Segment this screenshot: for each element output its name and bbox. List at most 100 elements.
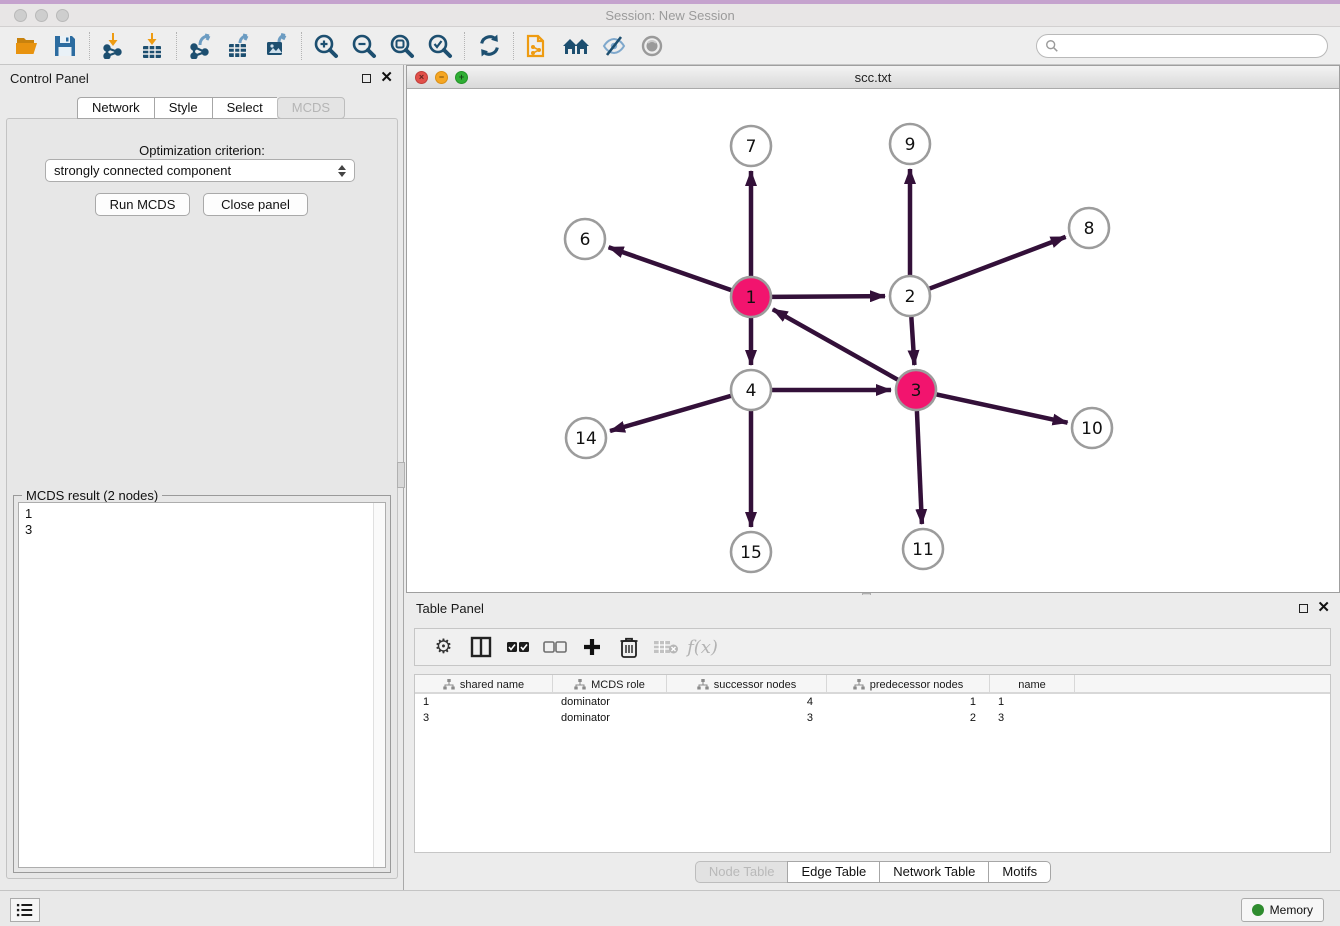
graph-edge-3-10[interactable] [937, 394, 1068, 422]
graph-edge-1-2[interactable] [772, 296, 885, 297]
app-window-controls[interactable] [14, 9, 69, 22]
search-input[interactable] [1036, 34, 1328, 58]
table-cell[interactable]: dominator [553, 712, 667, 724]
graph-edge-3-1[interactable] [773, 309, 898, 379]
zoom-window-icon[interactable] [56, 9, 69, 22]
delete-columns-button[interactable] [610, 632, 647, 662]
zoom-selected-icon [427, 33, 453, 59]
create-column-button[interactable] [573, 632, 610, 662]
minimize-window-icon[interactable] [35, 9, 48, 22]
task-history-button[interactable] [10, 898, 40, 922]
maximize-view-icon[interactable]: + [455, 71, 468, 84]
table-tab-network-table[interactable]: Network Table [879, 861, 988, 883]
graph-edge-2-8[interactable] [930, 237, 1066, 289]
zoom-in-button[interactable] [307, 30, 345, 62]
birds-eye-icon [640, 34, 664, 58]
delete-table-button[interactable] [647, 632, 684, 662]
hide-details-eye-icon [601, 34, 627, 58]
select-all-columns-button[interactable] [499, 632, 536, 662]
network-view-window: × − + scc.txt 7 9 6 8 1 2 4 3 14 10 15 11 [406, 65, 1340, 593]
memory-button[interactable]: Memory [1241, 898, 1324, 922]
column-header-MCDS-role[interactable]: MCDS role [553, 675, 667, 694]
deselect-all-columns-button[interactable] [536, 632, 573, 662]
graph-node-7[interactable]: 7 [731, 126, 771, 166]
zoom-out-button[interactable] [345, 30, 383, 62]
table-cell[interactable]: 2 [827, 712, 990, 724]
export-network-button[interactable] [182, 30, 220, 62]
network-graph[interactable]: 7 9 6 8 1 2 4 3 14 10 15 11 [407, 89, 1339, 592]
close-panel-button[interactable]: Close panel [203, 193, 308, 216]
zoom-fit-button[interactable] [383, 30, 421, 62]
criterion-select[interactable]: strongly connected component [45, 159, 355, 182]
graph-node-2[interactable]: 2 [890, 276, 930, 316]
export-image-icon [264, 33, 290, 59]
graph-node-8[interactable]: 8 [1069, 208, 1109, 248]
control-tab-select[interactable]: Select [212, 97, 277, 119]
table-cell[interactable]: 1 [990, 696, 1075, 708]
close-window-icon[interactable] [14, 9, 27, 22]
table-tab-node-table[interactable]: Node Table [695, 861, 788, 883]
graph-edge-1-6[interactable] [609, 247, 732, 290]
new-network-from-selection-button[interactable] [519, 30, 557, 62]
graph-node-15[interactable]: 15 [731, 532, 771, 572]
close-table-panel-icon[interactable]: ✕ [1317, 603, 1330, 613]
column-header-name[interactable]: name [990, 675, 1075, 694]
export-image-button[interactable] [258, 30, 296, 62]
table-cell[interactable]: 3 [415, 712, 553, 724]
show-columns-button[interactable] [462, 632, 499, 662]
graph-edge-4-14[interactable] [610, 396, 731, 431]
table-row[interactable]: 3dominator323 [415, 710, 1330, 726]
table-cell[interactable]: 4 [667, 696, 827, 708]
open-session-button[interactable] [8, 30, 46, 62]
table-tab-edge-table[interactable]: Edge Table [787, 861, 879, 883]
import-table-button[interactable] [133, 30, 171, 62]
apply-layout-button[interactable] [470, 30, 508, 62]
result-scrollbar[interactable] [373, 503, 385, 867]
mcds-result-textarea[interactable]: 13 [18, 502, 386, 868]
graph-node-4[interactable]: 4 [731, 370, 771, 410]
graph-edge-2-3[interactable] [911, 317, 914, 365]
graph-edge-3-11[interactable] [917, 411, 922, 524]
control-tab-style[interactable]: Style [154, 97, 212, 119]
float-panel-icon[interactable] [362, 74, 371, 83]
table-cell[interactable]: 1 [415, 696, 553, 708]
network-window-controls[interactable]: × − + [415, 71, 468, 84]
table-options-button[interactable]: ⚙ [425, 632, 462, 662]
table-tab-motifs[interactable]: Motifs [988, 861, 1051, 883]
zoom-selected-button[interactable] [421, 30, 459, 62]
open-folder-icon [14, 34, 40, 58]
graph-node-9[interactable]: 9 [890, 124, 930, 164]
table-cell[interactable]: dominator [553, 696, 667, 708]
column-header-shared-name[interactable]: shared name [415, 675, 553, 694]
table-row[interactable]: 1dominator411 [415, 694, 1330, 710]
float-table-panel-icon[interactable] [1299, 604, 1308, 613]
table-cell[interactable]: 3 [990, 712, 1075, 724]
graph-node-3[interactable]: 3 [896, 370, 936, 410]
graph-node-6[interactable]: 6 [565, 219, 605, 259]
column-header-successor-nodes[interactable]: successor nodes [667, 675, 827, 694]
first-neighbors-button[interactable] [557, 30, 595, 62]
control-tab-mcds[interactable]: MCDS [277, 97, 345, 119]
graph-node-14[interactable]: 14 [566, 418, 606, 458]
graphics-details-button[interactable] [595, 30, 633, 62]
node-table[interactable]: shared nameMCDS rolesuccessor nodes prede… [414, 674, 1331, 853]
vertical-split-handle[interactable] [397, 462, 405, 488]
birds-eye-view-button[interactable] [633, 30, 671, 62]
graph-node-11[interactable]: 11 [903, 529, 943, 569]
function-builder-button[interactable]: f(x) [684, 632, 721, 662]
column-header-label: predecessor nodes [870, 679, 964, 691]
close-view-icon[interactable]: × [415, 71, 428, 84]
table-cell[interactable]: 1 [827, 696, 990, 708]
export-table-button[interactable] [220, 30, 258, 62]
control-tab-network[interactable]: Network [77, 97, 154, 119]
graph-node-1[interactable]: 1 [731, 277, 771, 317]
import-network-button[interactable] [95, 30, 133, 62]
column-header-predecessor-nodes[interactable]: predecessor nodes [827, 675, 990, 694]
graph-node-10[interactable]: 10 [1072, 408, 1112, 448]
save-session-button[interactable] [46, 30, 84, 62]
network-window-titlebar[interactable]: × − + scc.txt [407, 66, 1339, 89]
minimize-view-icon[interactable]: − [435, 71, 448, 84]
run-mcds-button[interactable]: Run MCDS [95, 193, 190, 216]
close-panel-icon[interactable]: ✕ [380, 73, 393, 83]
table-cell[interactable]: 3 [667, 712, 827, 724]
